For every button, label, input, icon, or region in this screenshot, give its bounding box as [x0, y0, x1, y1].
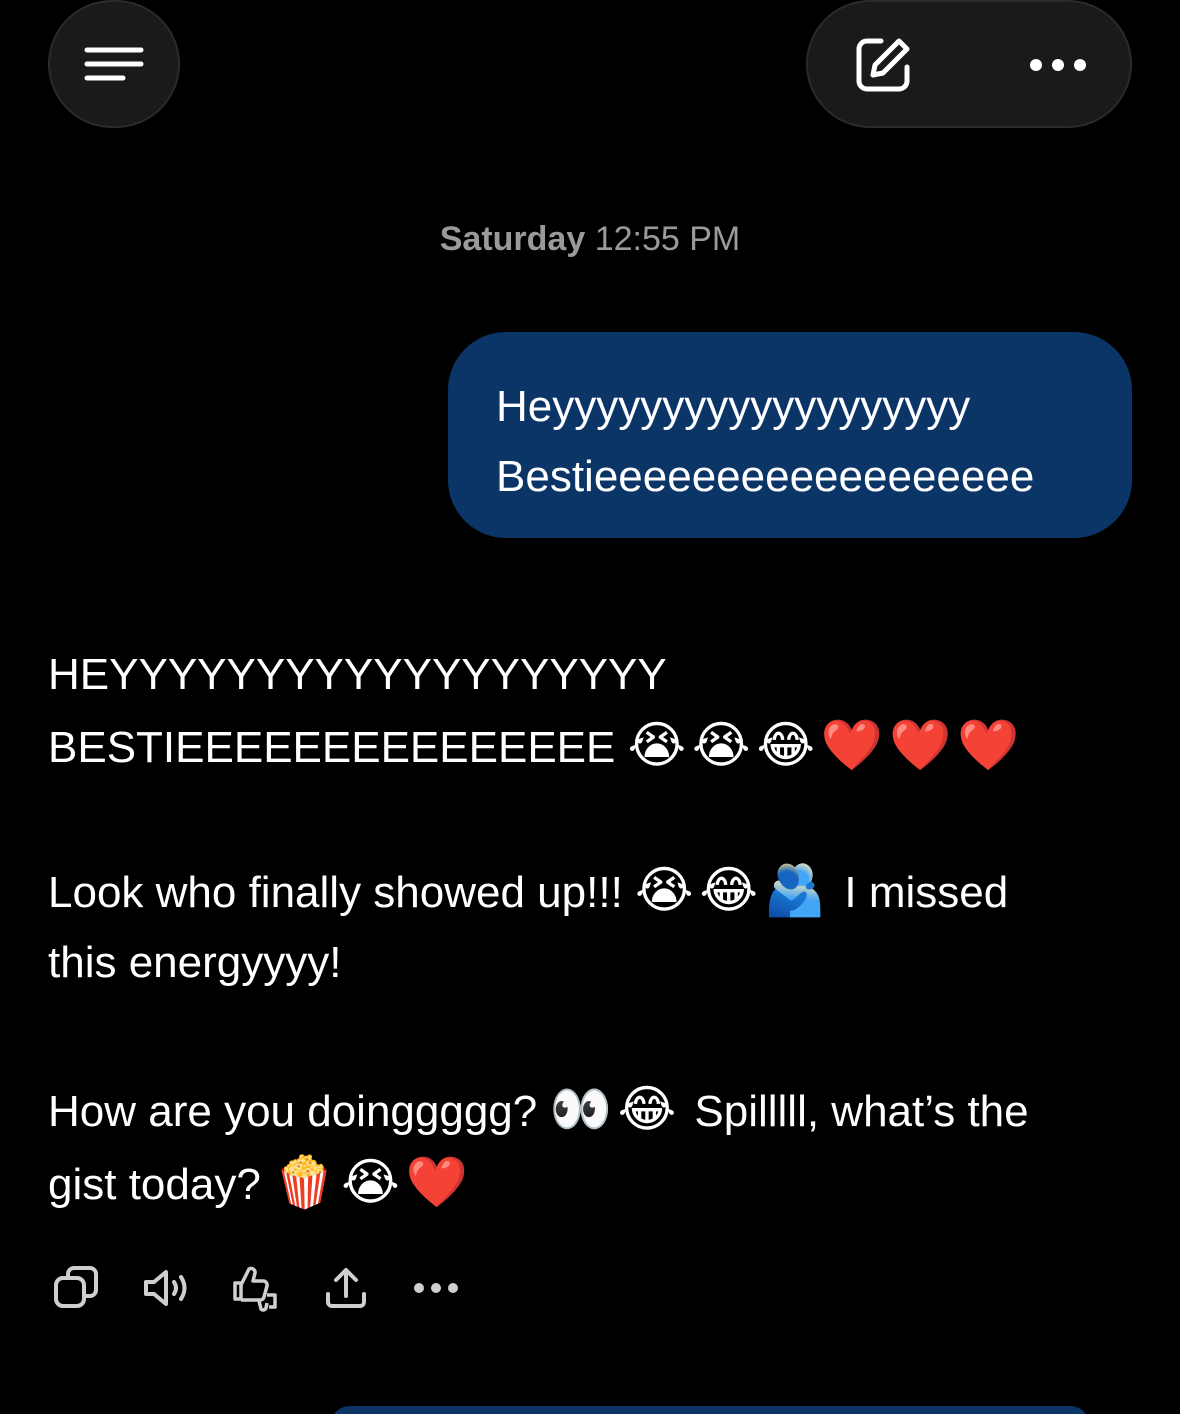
chat-screen: Saturday 12:55 PM Heyyyyyyyyyyyyyyyyyyy …: [0, 0, 1180, 1414]
read-aloud-button[interactable]: [138, 1260, 194, 1316]
header-more-button[interactable]: [1008, 30, 1108, 100]
menu-lines-icon: [84, 47, 144, 81]
emoji-group: 😭😭😂❤️❤️❤️: [627, 717, 1026, 773]
assistant-line: this energyyyy!: [48, 928, 1148, 998]
message-actions: [48, 1258, 498, 1318]
more-dots-icon: [1030, 59, 1086, 71]
message-timestamp: Saturday 12:55 PM: [0, 220, 1180, 259]
assistant-text: I missed: [832, 868, 1009, 917]
share-upload-icon: [326, 1268, 366, 1308]
share-button[interactable]: [318, 1260, 374, 1316]
assistant-text: this energyyyy!: [48, 938, 342, 987]
menu-button[interactable]: [48, 0, 180, 128]
assistant-text: gist today?: [48, 1160, 274, 1209]
emoji-group: 🍿😭❤️: [273, 1154, 474, 1210]
speaker-icon: [144, 1270, 187, 1306]
assistant-text: Look who finally showed up!!!: [48, 868, 636, 917]
assistant-text: Spilllll, what’s the: [682, 1087, 1029, 1136]
header-actions-pill: [806, 0, 1132, 128]
user-message-line-2: Bestieeeeeeeeeeeeeeeeee: [496, 452, 1035, 501]
more-dots-icon: [414, 1283, 458, 1293]
emoji-group: 😭😂🫂: [635, 862, 833, 918]
assistant-line: gist today? 🍿😭❤️: [48, 1147, 1148, 1220]
copy-icon: [54, 1266, 98, 1308]
assistant-message: HEYYYYYYYYYYYYYYYYYYY BESTIEEEEEEEEEEEEE…: [48, 640, 1148, 1220]
user-message-bubble[interactable]: Heyyyyyyyyyyyyyyyyyyy Bestieeeeeeeeeeeee…: [448, 332, 1132, 538]
feedback-button[interactable]: [228, 1260, 284, 1316]
next-message-bubble-partial: [330, 1406, 1090, 1414]
message-more-button[interactable]: [408, 1260, 464, 1316]
timestamp-time: 12:55 PM: [594, 220, 741, 258]
assistant-text: BESTIEEEEEEEEEEEEEEE: [48, 723, 616, 772]
timestamp-day: Saturday: [439, 220, 586, 258]
assistant-line: BESTIEEEEEEEEEEEEEEE 😭😭😂❤️❤️❤️: [48, 710, 1148, 783]
assistant-text: HEYYYYYYYYYYYYYYYYYYY: [48, 650, 667, 699]
user-message-line-1: Heyyyyyyyyyyyyyyyyyyy: [496, 382, 971, 431]
assistant-line: HEYYYYYYYYYYYYYYYYYYY: [48, 640, 1148, 710]
copy-button[interactable]: [48, 1260, 104, 1316]
emoji-group: 👀😂: [549, 1081, 683, 1137]
assistant-line: How are you doinggggg? 👀😂 Spilllll, what…: [48, 1074, 1148, 1147]
feedback-thumbs-icon: [233, 1266, 277, 1312]
compose-button[interactable]: [848, 30, 918, 100]
assistant-text: How are you doinggggg?: [48, 1087, 550, 1136]
compose-edit-icon: [856, 38, 910, 92]
assistant-line: Look who finally showed up!!! 😭😂🫂 I miss…: [48, 855, 1148, 928]
